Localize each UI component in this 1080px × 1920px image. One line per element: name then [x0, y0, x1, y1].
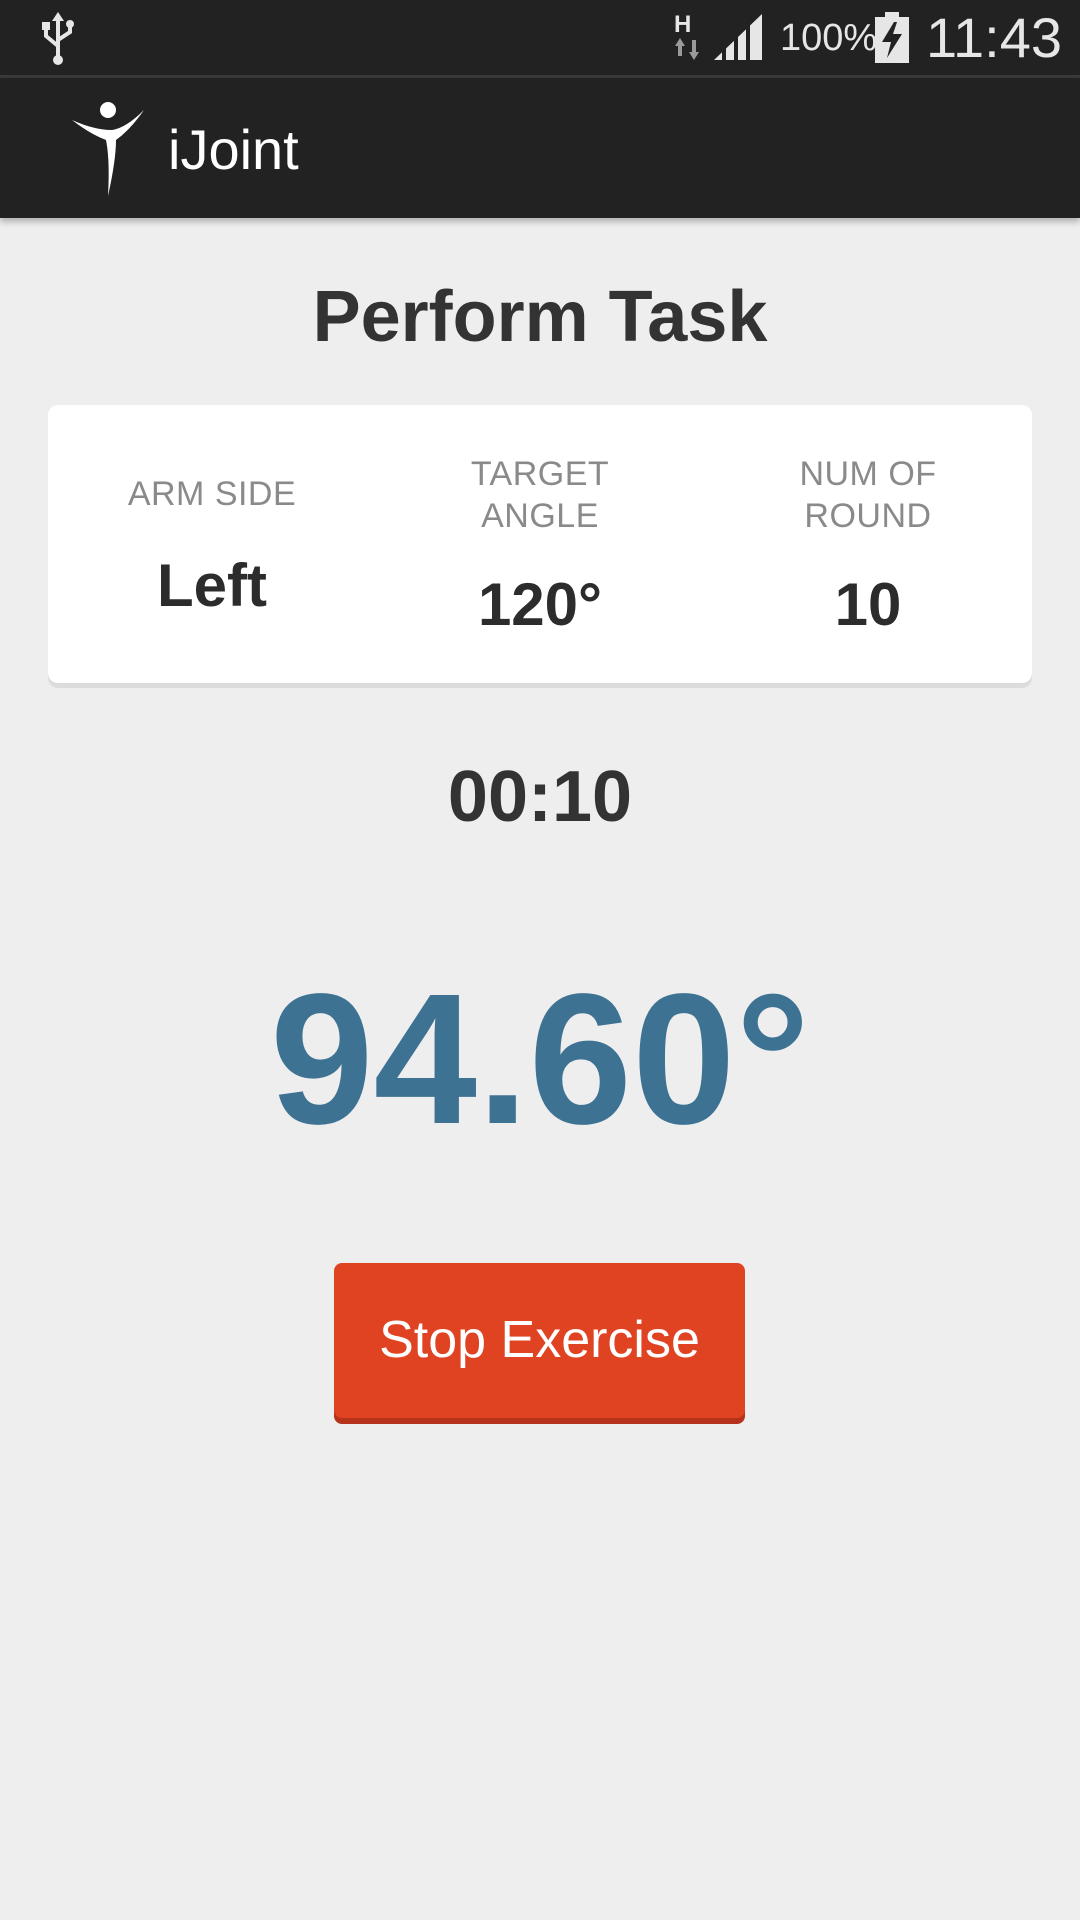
app-bar: iJoint — [0, 78, 1080, 218]
status-bar: H 100% 11:43 — [0, 0, 1080, 75]
num-of-round-label: NUM OF ROUND — [704, 453, 1032, 537]
arm-side-value: Left — [157, 552, 267, 619]
num-of-round-label-line1: NUM OF — [799, 455, 937, 493]
battery-charging-icon — [875, 12, 909, 63]
arm-side-column: ARM SIDE Left — [48, 405, 376, 683]
task-info-card: ARM SIDE Left TARGET ANGLE 120° NUM OF R… — [48, 405, 1032, 683]
num-of-round-column: NUM OF ROUND 10 — [704, 405, 1032, 683]
num-of-round-label-line2: ROUND — [804, 497, 932, 535]
target-angle-label: TARGET ANGLE — [376, 453, 704, 537]
ijoint-logo-icon[interactable] — [70, 100, 146, 196]
network-type-icon: H — [674, 11, 699, 60]
exercise-timer: 00:10 — [447, 757, 633, 837]
target-angle-label-line2: ANGLE — [481, 497, 599, 535]
battery-percent: 100% — [780, 17, 878, 59]
current-angle-readout: 94.60° — [270, 956, 810, 1163]
target-angle-column: TARGET ANGLE 120° — [376, 405, 704, 683]
target-angle-value: 120° — [477, 571, 603, 638]
arm-side-label: ARM SIDE — [127, 475, 297, 513]
app-title: iJoint — [168, 118, 299, 181]
page-title: Perform Task — [312, 277, 768, 357]
usb-icon — [42, 12, 74, 65]
signal-icon — [714, 14, 762, 60]
svg-text:H: H — [674, 11, 691, 38]
num-of-round-value: 10 — [834, 571, 902, 638]
stop-exercise-button[interactable]: Stop Exercise — [334, 1263, 745, 1418]
target-angle-label-line1: TARGET — [470, 455, 610, 493]
status-clock: 11:43 — [926, 6, 1062, 69]
